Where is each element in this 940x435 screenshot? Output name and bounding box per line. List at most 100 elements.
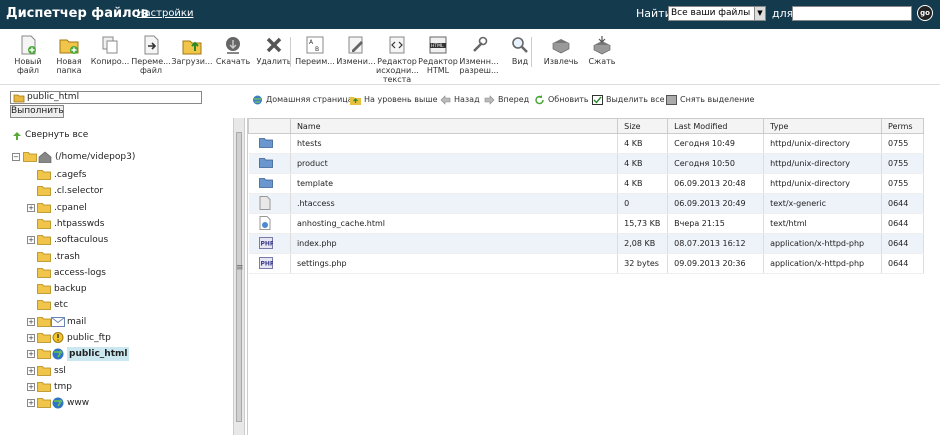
tree-item-tmp[interactable]: + tmp	[27, 380, 227, 394]
col-size-header[interactable]: Size	[617, 118, 669, 134]
table-row[interactable]: anhosting_cache.html 15,73 KB Вчера 21:15 t…	[248, 213, 924, 234]
toolbar-view-button[interactable]: Вид	[499, 35, 541, 83]
col-perms-header[interactable]: Perms	[881, 118, 924, 134]
go-button[interactable]: go	[917, 5, 933, 21]
expand-toggle-icon[interactable]: +	[27, 366, 35, 375]
expand-toggle-icon[interactable]: +	[27, 236, 35, 245]
tree-item-cagefs[interactable]: .cagefs	[27, 168, 227, 182]
tree-item-public-html[interactable]: + public_html	[27, 347, 227, 362]
nav-back-button[interactable]: Назад	[440, 93, 480, 107]
tree-item-access-logs[interactable]: access-logs	[27, 266, 227, 280]
table-row[interactable]: product 4 KB Сегодня 10:50 httpd/unix-direc…	[248, 153, 924, 174]
edit-icon	[346, 35, 366, 55]
file-table: Name Size Last Modified Type Perms htest…	[248, 118, 924, 274]
file-size: 2,08 KB	[617, 233, 669, 254]
settings-link[interactable]: Настройки	[137, 8, 193, 19]
tree-item-etc[interactable]: etc	[27, 298, 227, 312]
toolbar-download-button[interactable]: Скачать	[212, 35, 254, 83]
search-input[interactable]	[792, 6, 912, 21]
toolbar-delete-button[interactable]: Удалить	[253, 35, 295, 83]
expand-toggle-icon[interactable]: +	[27, 382, 35, 391]
col-type-header[interactable]: Type	[763, 118, 882, 134]
table-row[interactable]: .htaccess 0 06.09.2013 20:49 text/x-generic…	[248, 193, 924, 214]
file-perms[interactable]: 0644	[881, 193, 924, 214]
pane-splitter[interactable]: ≡	[233, 118, 245, 435]
folder-icon	[37, 397, 51, 409]
toolbar-code-editor-button[interactable]: Редактор исходни... текста	[376, 35, 419, 84]
path-value: public_html	[27, 92, 80, 102]
tree-item-public-ftp[interactable]: + public_ftp	[27, 331, 227, 345]
tree-item-www[interactable]: + www	[27, 396, 227, 410]
tree-item-label: .softaculous	[54, 235, 109, 246]
nav-refresh-button[interactable]: Обновить	[534, 93, 589, 107]
expand-toggle-icon[interactable]: +	[27, 317, 35, 326]
file-name[interactable]: product	[290, 153, 619, 174]
file-table-body: htests 4 KB Сегодня 10:49 httpd/unix-direct…	[248, 133, 924, 274]
toolbar-rename-button[interactable]: A B Переим...	[294, 35, 336, 83]
find-label: Найти	[636, 7, 672, 20]
expand-toggle-icon[interactable]: +	[27, 399, 35, 408]
path-input[interactable]: public_html	[10, 91, 202, 104]
table-row[interactable]: PHP index.php 2,08 KB 08.07.2013 16:12 appli…	[248, 233, 924, 254]
toolbar-new-file-button[interactable]: Новый файл	[7, 35, 49, 83]
tree-item-cpanel[interactable]: + .cpanel	[27, 201, 227, 215]
toolbar-html-editor-button[interactable]: HTML Редактор HTML	[417, 35, 459, 83]
file-modified: 06.09.2013 20:49	[667, 193, 765, 214]
file-perms[interactable]: 0644	[881, 253, 924, 274]
file-name[interactable]: template	[290, 173, 619, 194]
nav-home-button[interactable]: Домашняя страница	[252, 93, 353, 107]
nav-deselect-button[interactable]: Снять выделение	[666, 93, 754, 107]
nav-select-all-button[interactable]: Выделить все	[592, 93, 665, 107]
file-type: httpd/unix-directory	[763, 173, 882, 194]
tree-item-label: access-logs	[54, 267, 106, 278]
nav-up-button[interactable]: На уровень выше	[350, 93, 438, 107]
find-scope-value: Все ваши файлы	[671, 8, 751, 18]
globe-icon	[51, 348, 65, 360]
file-perms[interactable]: 0644	[881, 233, 924, 254]
file-name[interactable]: .htaccess	[290, 193, 619, 214]
tree-item-mail[interactable]: + mail	[27, 315, 227, 329]
nav-forward-button[interactable]: Вперед	[484, 93, 529, 107]
file-perms[interactable]: 0755	[881, 133, 924, 154]
col-modified-header[interactable]: Last Modified	[667, 118, 765, 134]
expand-toggle-icon[interactable]: +	[27, 334, 35, 342]
file-name[interactable]: htests	[290, 133, 619, 154]
folder-icon	[37, 283, 51, 294]
find-scope-select[interactable]: Все ваши файлы ▼	[668, 6, 766, 21]
tree-item-backup[interactable]: backup	[27, 282, 227, 296]
table-row[interactable]: htests 4 KB Сегодня 10:49 httpd/unix-direct…	[248, 133, 924, 154]
col-name-header[interactable]: Name	[289, 118, 619, 134]
toolbar-upload-button[interactable]: Загрузи...	[171, 35, 213, 83]
tree-item-label: etc	[54, 300, 69, 311]
file-name[interactable]: settings.php	[290, 253, 619, 274]
collapse-toggle-icon[interactable]: −	[12, 153, 20, 161]
toolbar-new-folder-button[interactable]: Новая папка	[48, 35, 90, 83]
tree-scrollbar[interactable]	[236, 132, 242, 422]
toolbar-edit-button[interactable]: Измени...	[335, 35, 377, 83]
tree-item-htpasswds[interactable]: .htpasswds	[27, 217, 227, 231]
toolbar-copy-button[interactable]: Копиро...	[89, 35, 131, 83]
table-row[interactable]: template 4 KB 06.09.2013 20:48 httpd/unix-d…	[248, 173, 924, 194]
tree-item-softaculous[interactable]: + .softaculous	[27, 233, 227, 247]
file-perms[interactable]: 0755	[881, 153, 924, 174]
file-name[interactable]: index.php	[290, 233, 619, 254]
toolbar-button-label: Сжать	[588, 57, 616, 66]
tree-item-label: www	[67, 398, 90, 409]
toolbar-permissions-button[interactable]: Изменн... разреш...	[458, 35, 500, 83]
file-perms[interactable]: 0755	[881, 173, 924, 194]
permissions-icon	[469, 35, 489, 55]
expand-toggle-icon[interactable]: +	[27, 203, 35, 212]
toolbar-compress-button[interactable]: Сжать	[581, 35, 623, 83]
tree-root[interactable]: − (/home/videpop3)	[12, 150, 212, 164]
tree-item-trash[interactable]: .trash	[27, 250, 227, 264]
file-perms[interactable]: 0644	[881, 213, 924, 234]
file-name[interactable]: anhosting_cache.html	[290, 213, 619, 234]
collapse-all-button[interactable]: Свернуть все	[12, 130, 88, 140]
toolbar-extract-button[interactable]: Извлечь	[540, 35, 582, 83]
tree-item-ssl[interactable]: + ssl	[27, 364, 227, 378]
go-path-button[interactable]: Выполнить	[10, 105, 64, 118]
table-row[interactable]: PHP settings.php 32 bytes 09.09.2013 20:36 a…	[248, 253, 924, 274]
toolbar-move-file-button[interactable]: Переме... файл	[130, 35, 172, 83]
tree-item-cl-selector[interactable]: .cl.selector	[27, 184, 227, 198]
expand-toggle-icon[interactable]: +	[27, 350, 35, 359]
